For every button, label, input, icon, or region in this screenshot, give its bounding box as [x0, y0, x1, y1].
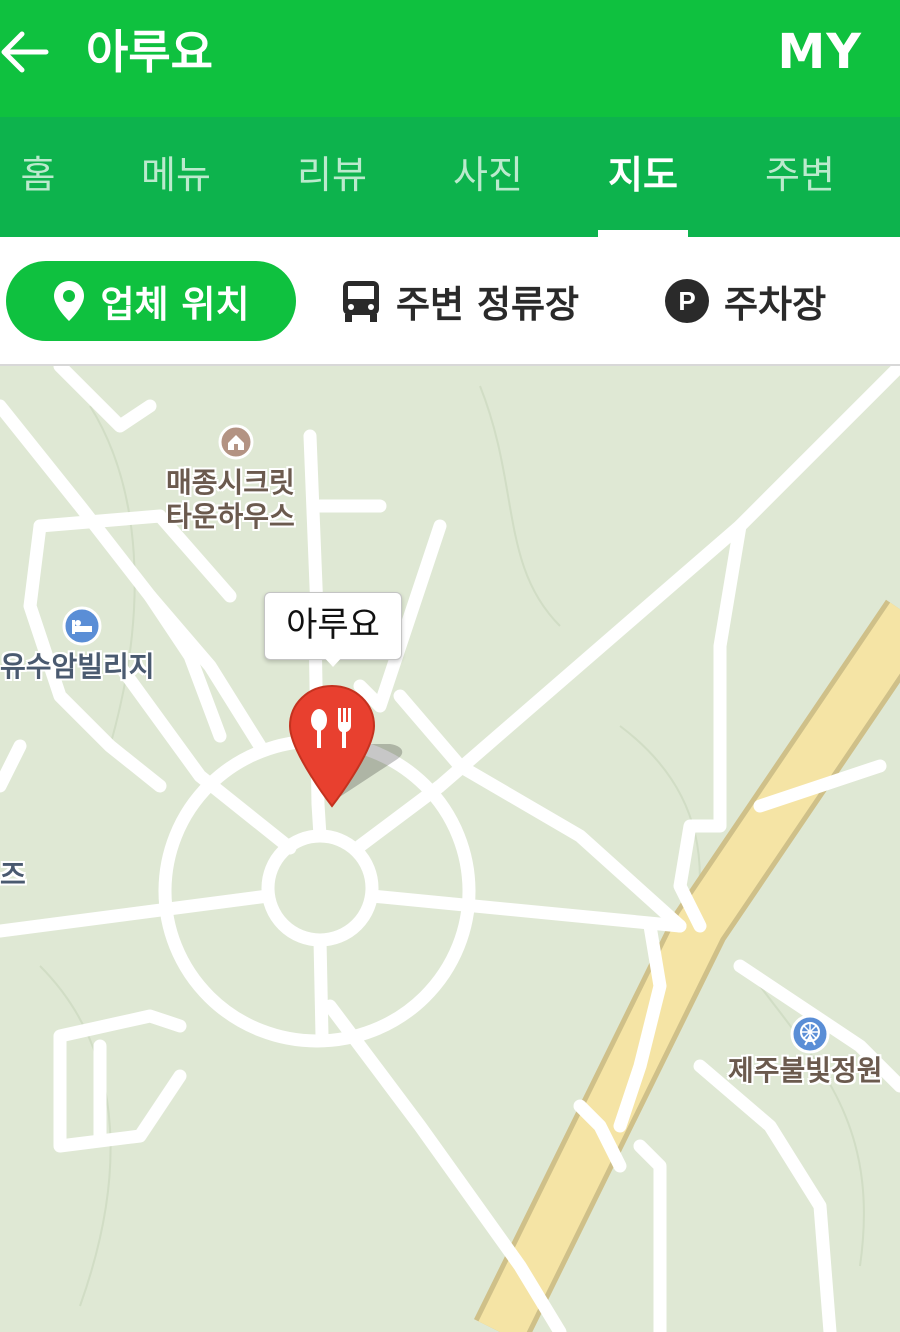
business-location-label: 업체 위치: [100, 283, 250, 326]
tab-map[interactable]: 지도: [600, 117, 686, 237]
lodging-poi-icon: [62, 606, 102, 646]
poi-secret-townhouse-line1: 매종시크릿: [166, 466, 295, 499]
marker-callout[interactable]: 아루요: [264, 592, 402, 660]
poi-left-edge-fragment: 즈: [0, 858, 26, 891]
poi-yusuam-village: 유수암빌리지: [0, 650, 155, 683]
tab-nearby[interactable]: 주변: [758, 117, 842, 237]
parking-badge-letter: P: [678, 286, 695, 316]
tab-photos[interactable]: 사진: [446, 117, 530, 237]
poi-secret-townhouse-line2: 타운하우스: [166, 500, 295, 533]
tab-home[interactable]: 홈: [16, 117, 60, 237]
tab-reviews[interactable]: 리뷰: [290, 117, 374, 237]
active-tab-indicator: [598, 230, 688, 237]
back-button[interactable]: [0, 22, 60, 82]
restaurant-marker-icon[interactable]: [286, 682, 426, 812]
business-location-chip[interactable]: 업체 위치: [6, 261, 296, 341]
app-header: 아루요 MY: [0, 0, 900, 117]
parking-label: 주차장: [724, 283, 827, 326]
nearby-stops-chip[interactable]: 주변 정류장: [340, 261, 579, 341]
nearby-stops-label: 주변 정류장: [396, 283, 580, 326]
map-roads: [0, 366, 900, 1332]
bus-icon: [343, 281, 379, 322]
poi-jeju-lights-garden: 제주불빛정원: [728, 1054, 883, 1087]
location-pin-icon: [54, 281, 85, 321]
my-button[interactable]: MY: [777, 22, 862, 82]
tab-menu[interactable]: 메뉴: [134, 117, 218, 237]
parking-icon: P: [665, 279, 709, 323]
marker-callout-tail: [322, 655, 344, 667]
ferris-wheel-poi-icon: [790, 1014, 830, 1054]
parking-chip[interactable]: P 주차장: [664, 261, 826, 341]
map-filter-bar: 업체 위치 주변 정류장 P 주차장: [0, 237, 900, 366]
house-poi-icon: [218, 424, 254, 460]
map-view[interactable]: 매종시크릿 타운하우스 유수암빌리지 즈 제주불빛정원 아루요: [0, 366, 900, 1332]
page-title: 아루요: [86, 25, 213, 79]
tab-bar: 홈 메뉴 리뷰 사진 지도 주변: [0, 117, 900, 237]
back-arrow-icon: [1, 31, 49, 73]
